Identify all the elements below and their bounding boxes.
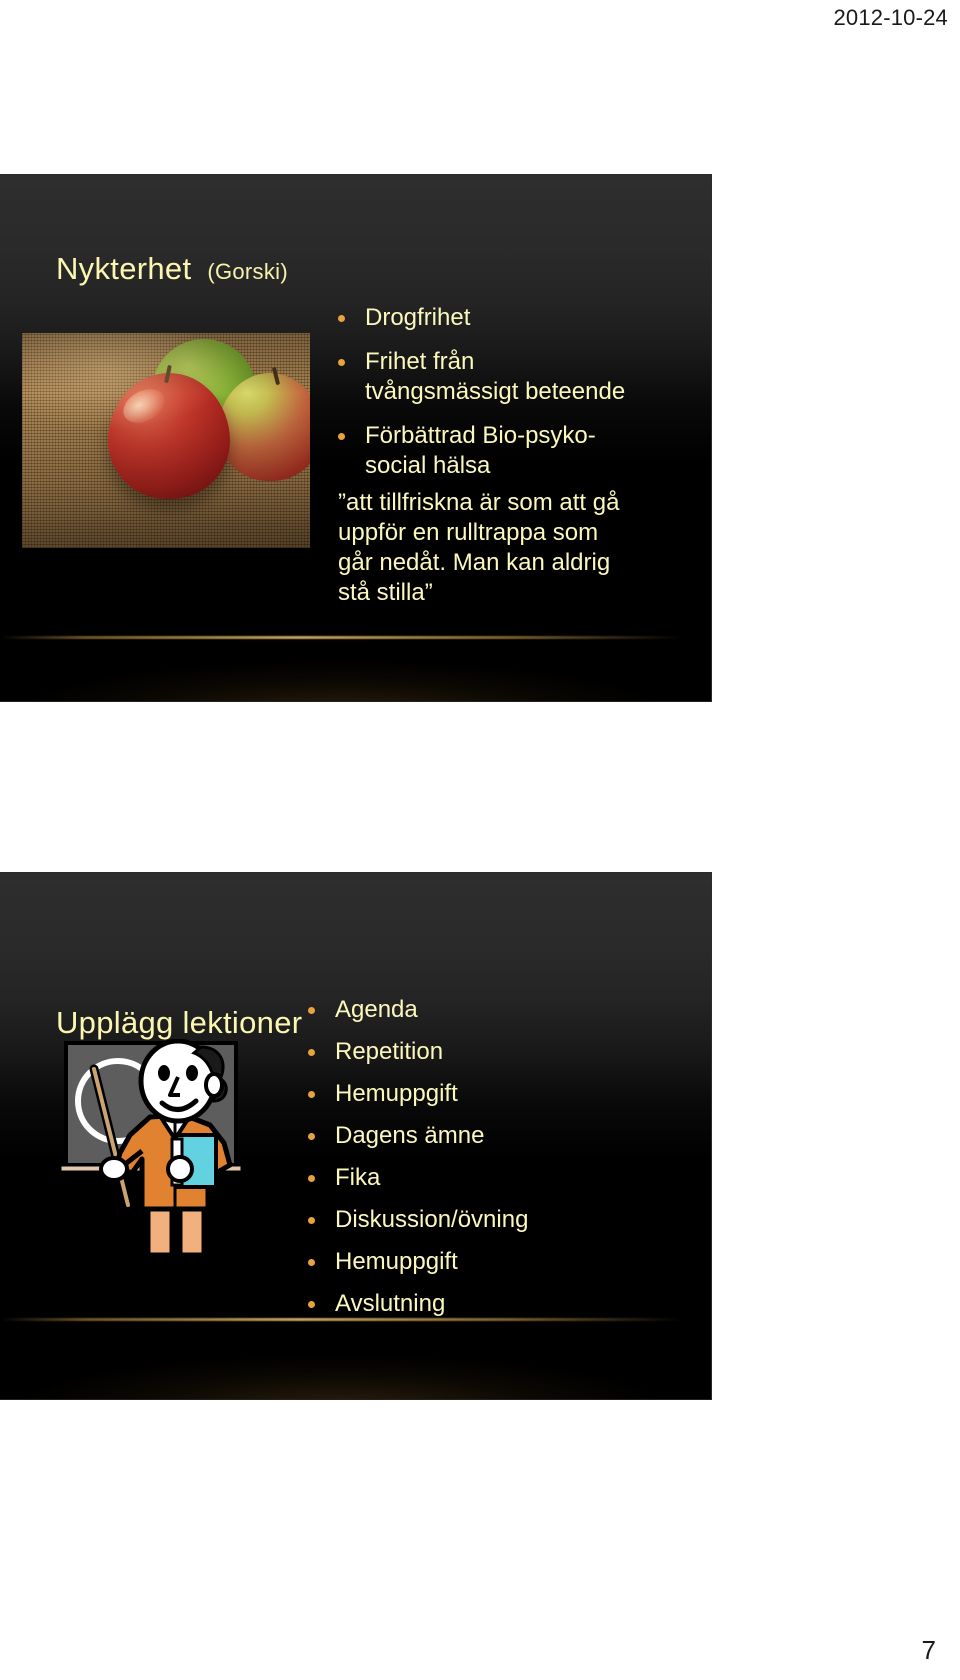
teacher-at-chalkboard-clipart xyxy=(58,1038,244,1259)
list-item: Agenda xyxy=(300,995,620,1025)
list-item: Hemuppgift xyxy=(300,1079,620,1109)
slide-1-title-suffix: (Gorski) xyxy=(207,259,288,284)
list-item: Repetition xyxy=(300,1037,620,1067)
slide-1-title: Nykterhet xyxy=(56,251,192,286)
list-item: Fika xyxy=(300,1163,620,1193)
list-item: Diskussion/övning xyxy=(300,1205,620,1235)
slide-2-title-row: Upplägg lektioner xyxy=(56,1005,318,1041)
slide-2-title: Upplägg lektioner xyxy=(56,1005,303,1040)
slide-upplagg-lektioner: Upplägg lektioner Agenda Repetition Hemu… xyxy=(0,872,712,1400)
apples-on-burlap-photo xyxy=(22,333,310,548)
slide-nykterhet: Nykterhet (Gorski) Drogfrihet Frihet från… xyxy=(0,174,712,702)
photo-vignette xyxy=(22,333,310,548)
list-item: Hemuppgift xyxy=(300,1247,620,1277)
list-item: Frihet från tvångsmässigt beteende xyxy=(330,347,630,407)
slide-glow-line xyxy=(0,636,711,639)
slide-1-title-row: Nykterhet (Gorski) xyxy=(56,251,288,287)
page-number: 7 xyxy=(921,1635,936,1665)
slide-2-bullet-list: Agenda Repetition Hemuppgift Dagens ämne… xyxy=(300,995,620,1331)
document-page: 2012-10-24 Nykterhet (Gorski) Drogfrihet … xyxy=(0,0,960,1680)
slide-1-quote: ”att tillfriskna är som att gå uppför en… xyxy=(338,489,620,606)
list-item: Dagens ämne xyxy=(300,1121,620,1151)
slide-1-bullet-list: Drogfrihet Frihet från tvångsmässigt bet… xyxy=(330,303,630,495)
list-item: Drogfrihet xyxy=(330,303,630,333)
list-item: Avslutning xyxy=(300,1289,620,1319)
list-item: Förbättrad Bio-psyko-social hälsa xyxy=(330,421,630,481)
document-date: 2012-10-24 xyxy=(833,5,948,30)
